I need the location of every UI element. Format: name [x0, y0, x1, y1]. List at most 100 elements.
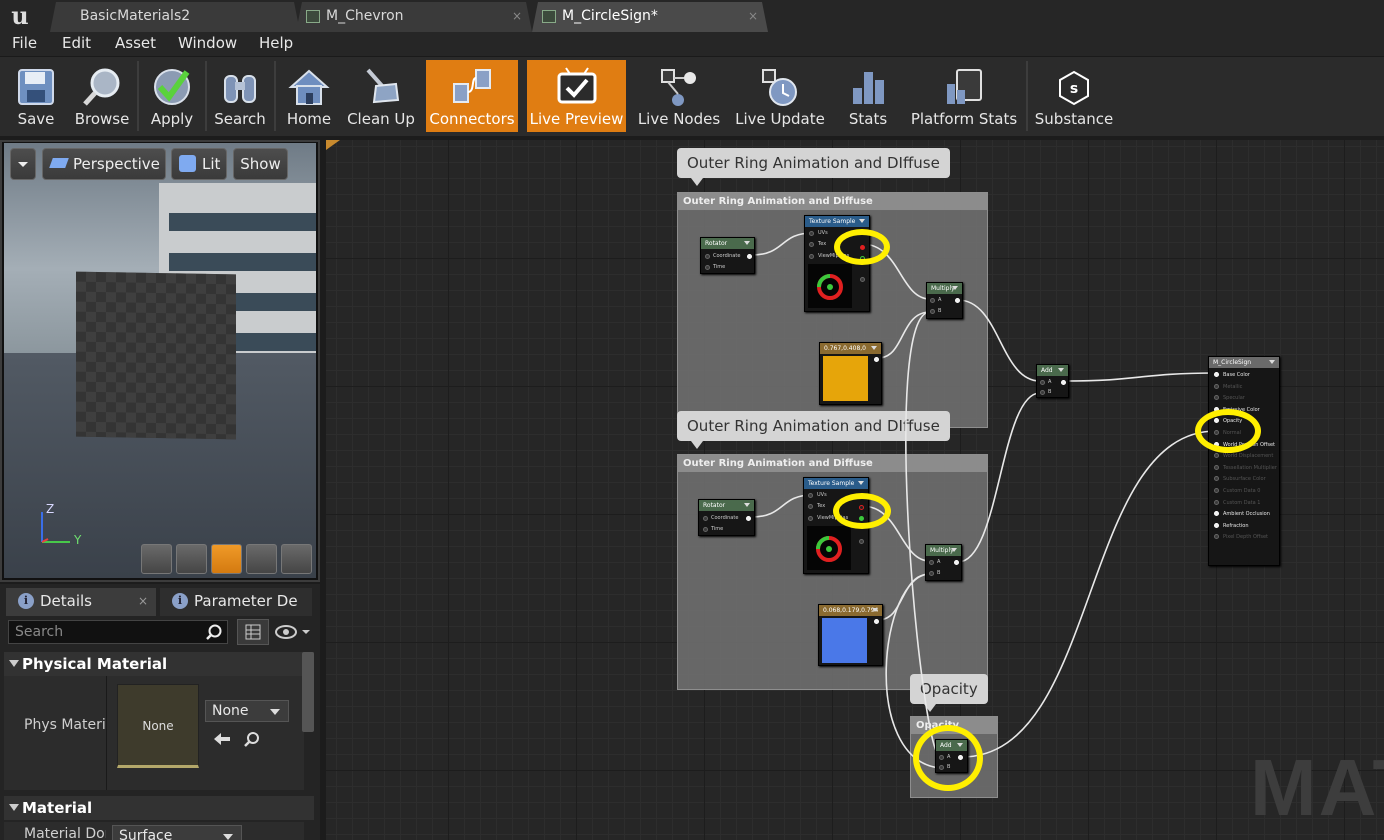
comment-bubble-opacity[interactable]: Opacity	[910, 674, 988, 712]
save-button[interactable]: Save	[8, 60, 64, 132]
apply-button[interactable]: Apply	[142, 60, 202, 132]
preview-cylinder-button[interactable]	[141, 544, 172, 574]
pin-dot[interactable]	[929, 571, 934, 576]
section-material[interactable]: Material	[4, 796, 314, 820]
preview-cube-button[interactable]	[246, 544, 277, 574]
pin-dot[interactable]	[808, 516, 813, 521]
search-placeholder: Search	[15, 624, 64, 640]
pin-dot[interactable]	[703, 516, 708, 521]
result-pin-dot[interactable]	[1214, 534, 1219, 540]
menu-edit[interactable]: Edit	[62, 34, 91, 52]
pin-dot[interactable]	[1040, 380, 1045, 385]
grid-view-button[interactable]	[237, 619, 269, 645]
pin-dot[interactable]	[808, 493, 813, 498]
preview-sphere-button[interactable]	[176, 544, 207, 574]
live-nodes-button[interactable]: Live Nodes	[636, 60, 722, 132]
pin-dot[interactable]	[809, 242, 814, 247]
result-pin-dot[interactable]	[1214, 511, 1219, 517]
unreal-logo-icon[interactable]: u	[6, 3, 34, 29]
perspective-button[interactable]: Perspective	[42, 148, 166, 180]
comment-bubble-outer-ring-1[interactable]: Outer Ring Animation and DIffuse	[677, 148, 950, 186]
output-pin-dot[interactable]	[874, 357, 879, 362]
pin-dot[interactable]	[930, 298, 935, 303]
output-pin-dot[interactable]	[955, 298, 960, 303]
preview-plane-button[interactable]	[211, 544, 242, 574]
stats-button[interactable]: Stats	[840, 60, 896, 132]
tab-parameter-defaults[interactable]: i Parameter De	[160, 588, 312, 616]
substance-button[interactable]: s Substance	[1032, 60, 1116, 132]
multiply-node-2[interactable]: Multiply A B	[925, 544, 962, 581]
connectors-button[interactable]: Connectors	[426, 60, 518, 132]
material-result-node[interactable]: M_CircleSign Base Color Metallic Specular E…	[1208, 356, 1280, 566]
output-pin-alpha[interactable]	[860, 277, 865, 282]
comment-bubble-outer-ring-2[interactable]: Outer Ring Animation and DIffuse	[677, 411, 950, 449]
platform-stats-icon	[947, 69, 982, 104]
output-pin-dot[interactable]	[954, 560, 959, 565]
pin-dot[interactable]	[930, 309, 935, 314]
tab-basicmaterials2[interactable]: BasicMaterials2	[50, 2, 300, 32]
constant-color-node-2[interactable]: 0.068,0.179,0.794	[818, 604, 883, 666]
material-domain-combo[interactable]: Surface	[112, 825, 242, 840]
preview-custom-mesh-button[interactable]	[281, 544, 312, 574]
live-preview-button[interactable]: Live Preview	[527, 60, 626, 132]
home-button[interactable]: Home	[280, 60, 338, 132]
result-pin-dot[interactable]	[1214, 476, 1219, 482]
menu-asset[interactable]: Asset	[115, 34, 156, 52]
use-selected-arrow-icon[interactable]	[212, 730, 232, 748]
clean-up-button[interactable]: Clean Up	[346, 60, 416, 132]
save-label: Save	[17, 110, 55, 128]
result-pin-dot[interactable]	[1214, 464, 1219, 470]
lit-button[interactable]: Lit	[171, 148, 227, 180]
browse-button[interactable]: Browse	[70, 60, 134, 132]
pin-dot[interactable]	[705, 265, 710, 270]
tab-m-circlesign[interactable]: M_CircleSign* ×	[532, 2, 768, 32]
tab-details[interactable]: i Details ×	[6, 588, 156, 616]
pin-dot[interactable]	[809, 231, 814, 236]
section-material-label: Material	[22, 799, 93, 817]
close-tab-icon[interactable]: ×	[512, 2, 522, 30]
browse-asset-icon[interactable]	[242, 730, 262, 748]
rotator-node-2[interactable]: Rotator Coordinate Time	[698, 499, 755, 536]
output-pin-dot[interactable]	[746, 516, 751, 521]
phys-material-thumbnail[interactable]: None	[117, 684, 199, 768]
viewport-options-dropdown[interactable]	[10, 148, 36, 180]
result-pin-dot[interactable]	[1214, 372, 1219, 377]
live-update-button[interactable]: Live Update	[734, 60, 826, 132]
add-node[interactable]: Add A B	[1036, 364, 1069, 398]
result-pin-dot[interactable]	[1214, 488, 1219, 493]
visibility-eye-icon[interactable]	[274, 622, 314, 642]
magnifier-icon	[83, 68, 120, 106]
rotator-node[interactable]: Rotator Coordinate Time	[700, 237, 755, 274]
pin-dot[interactable]	[703, 527, 708, 532]
details-search-input[interactable]: Search	[8, 620, 228, 644]
menu-window[interactable]: Window	[178, 34, 237, 52]
pin-dot[interactable]	[809, 254, 814, 259]
pin-dot[interactable]	[1040, 390, 1045, 395]
details-scrollbar[interactable]	[302, 652, 314, 732]
show-button[interactable]: Show	[233, 148, 288, 180]
result-pin-dot[interactable]	[1214, 453, 1219, 459]
menu-file[interactable]: File	[12, 34, 37, 52]
output-pin-alpha[interactable]	[859, 539, 864, 544]
menu-bar: File Edit Asset Window Help	[0, 32, 1384, 56]
close-tab-icon[interactable]: ×	[138, 588, 148, 614]
section-physical-material[interactable]: Physical Material	[4, 652, 314, 676]
output-pin-dot[interactable]	[747, 254, 752, 259]
output-pin-dot[interactable]	[874, 619, 879, 624]
constant-color-node[interactable]: 0.767,0.408,0	[819, 342, 882, 405]
search-button[interactable]: Search	[210, 60, 270, 132]
result-pin-dot[interactable]	[1214, 522, 1219, 528]
phys-material-combo[interactable]: None	[205, 700, 289, 722]
platform-stats-button[interactable]: Platform Stats	[908, 60, 1020, 132]
pin-dot[interactable]	[705, 254, 710, 259]
output-pin-dot[interactable]	[1061, 380, 1066, 385]
result-pin-dot[interactable]	[1214, 395, 1219, 401]
menu-help[interactable]: Help	[259, 34, 293, 52]
tab-m-chevron[interactable]: M_Chevron ×	[296, 2, 532, 32]
result-pin-dot[interactable]	[1214, 499, 1219, 505]
pin-dot[interactable]	[808, 504, 813, 509]
multiply-node[interactable]: Multiply A B	[926, 282, 963, 319]
pin-dot[interactable]	[929, 560, 934, 565]
close-tab-icon[interactable]: ×	[748, 2, 758, 30]
result-pin-dot[interactable]	[1214, 383, 1219, 389]
